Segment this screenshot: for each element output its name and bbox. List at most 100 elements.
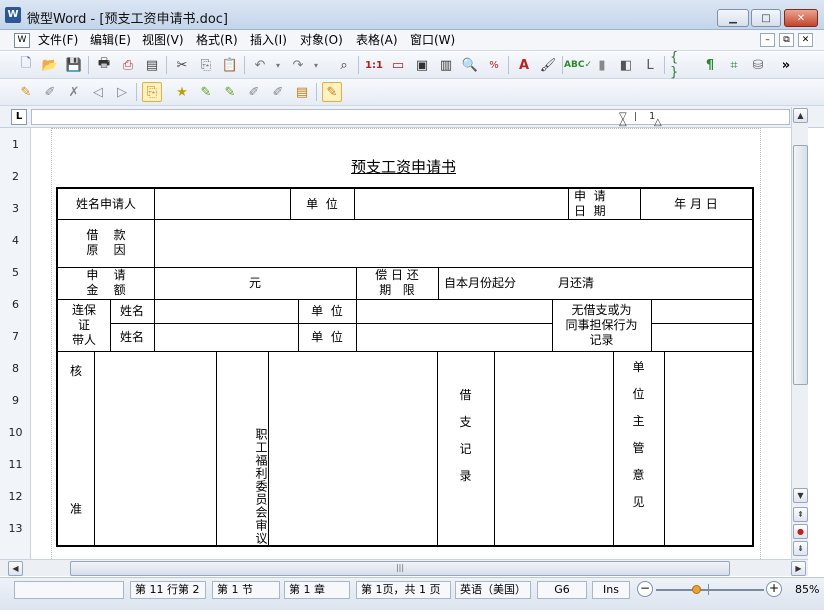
- guarantor-unit2-label: 单 位: [311, 329, 343, 344]
- font-color-icon[interactable]: A: [514, 55, 534, 75]
- vertical-ruler: 1 2 3 4 5 6 7 8 9 10 11 12 13: [0, 128, 31, 559]
- minimize-button[interactable]: ▁: [717, 9, 749, 27]
- approve-label-bottom: 准: [69, 501, 82, 516]
- pdf-icon[interactable]: ⎙: [118, 55, 138, 75]
- previous-page-icon[interactable]: ⇞: [793, 507, 808, 522]
- insert-comment-icon[interactable]: ✎: [16, 82, 36, 102]
- previous-change-icon[interactable]: ✐: [244, 82, 264, 102]
- ruler-number: 1: [12, 138, 19, 151]
- word-count-icon[interactable]: ▮: [592, 55, 612, 75]
- close-icon: ✕: [796, 12, 806, 24]
- doc-close-button[interactable]: ✕: [798, 33, 813, 47]
- menu-file[interactable]: 文件(F): [38, 32, 78, 49]
- zoom-slider-track[interactable]: [656, 589, 764, 591]
- field-codes-icon[interactable]: { }: [670, 50, 690, 80]
- menu-edit[interactable]: 编辑(E): [90, 32, 131, 49]
- reject-change-icon[interactable]: ✎: [196, 82, 216, 102]
- save-icon[interactable]: 💾: [64, 55, 84, 75]
- right-indent-marker[interactable]: △: [654, 117, 662, 128]
- edit-comment-icon[interactable]: ✐: [40, 82, 60, 102]
- zoom-in-icon[interactable]: +: [766, 581, 782, 597]
- loan-form-table: 姓名申请人 单 位 申 请 日 期 年 月 日 借 款 原 因 申 请 金 额 …: [56, 187, 754, 547]
- zoom-level[interactable]: 85%: [795, 583, 819, 596]
- zoom-icon[interactable]: 🔍: [460, 55, 480, 75]
- scroll-right-icon[interactable]: ▶: [791, 561, 806, 576]
- menu-view[interactable]: 视图(V): [142, 32, 184, 49]
- undo-icon[interactable]: ↶: [250, 55, 270, 75]
- close-button[interactable]: ✕: [784, 9, 818, 27]
- header-footer-icon[interactable]: ◧: [616, 55, 636, 75]
- menu-format[interactable]: 格式(R): [196, 32, 238, 49]
- copy-icon[interactable]: ⎘: [196, 55, 216, 75]
- ruler-number: 8: [12, 362, 19, 375]
- protect-document-icon[interactable]: ✎: [322, 82, 342, 102]
- undo-dropdown-icon[interactable]: ▾: [268, 55, 288, 75]
- status-insert-mode[interactable]: Ins: [592, 581, 630, 599]
- document-page[interactable]: 预支工资申请书 姓名申请人 单 位 申 请 日 期 年 月 日 借 款 原 因 …: [31, 128, 791, 559]
- left-indent-marker[interactable]: △: [619, 117, 627, 128]
- format-painter-icon[interactable]: 🖌: [538, 55, 558, 75]
- page-width-icon[interactable]: ▭: [388, 55, 408, 75]
- ruler-number: 3: [12, 202, 19, 215]
- margin-guide: [760, 128, 761, 559]
- accept-all-icon[interactable]: ✎: [220, 82, 240, 102]
- next-page-icon[interactable]: ⇟: [793, 541, 808, 556]
- review-pane-icon[interactable]: ▤: [292, 82, 312, 102]
- toolbar-separator: [244, 56, 245, 74]
- print-icon[interactable]: 🖶: [94, 55, 114, 75]
- zoom-slider-thumb[interactable]: [692, 585, 701, 594]
- welfare-committee-label: 职工福利委员会审议: [254, 427, 268, 545]
- line-number-icon[interactable]: L: [640, 55, 660, 75]
- redo-dropdown-icon[interactable]: ▾: [306, 55, 326, 75]
- next-change-icon[interactable]: ✐: [268, 82, 288, 102]
- new-document-icon[interactable]: 🗋: [16, 55, 36, 75]
- cut-icon[interactable]: ✂: [172, 55, 192, 75]
- repay-text-end: 月还清: [558, 275, 595, 290]
- database-icon[interactable]: ⛁: [748, 55, 768, 75]
- select-browse-object-icon[interactable]: ●: [793, 524, 808, 539]
- scroll-up-icon[interactable]: ▲: [793, 108, 808, 123]
- menu-window[interactable]: 窗口(W): [410, 32, 455, 49]
- vertical-scroll-thumb[interactable]: [793, 145, 808, 385]
- zoom-percent-icon[interactable]: %: [484, 55, 504, 75]
- horizontal-scrollbar[interactable]: ◀ ||| ▶: [0, 559, 808, 576]
- redo-icon[interactable]: ↷: [288, 55, 308, 75]
- app-icon: W: [5, 7, 21, 23]
- spellcheck-icon[interactable]: ABC✓: [564, 55, 592, 75]
- delete-comment-icon[interactable]: ✗: [64, 82, 84, 102]
- paragraph-mark-icon[interactable]: ¶: [700, 55, 720, 75]
- horizontal-scroll-thumb[interactable]: |||: [70, 561, 730, 576]
- ruler-number: 9: [12, 394, 19, 407]
- scroll-left-icon[interactable]: ◀: [8, 561, 23, 576]
- scroll-down-icon[interactable]: ▼: [793, 488, 808, 503]
- actual-size-icon[interactable]: 1:1: [364, 55, 384, 75]
- paste-icon[interactable]: 📋: [220, 55, 240, 75]
- table-rule: [154, 299, 155, 351]
- one-page-icon[interactable]: ▣: [412, 55, 432, 75]
- previous-comment-icon[interactable]: ◁: [88, 82, 108, 102]
- horizontal-ruler[interactable]: ▽ △ 1 △: [31, 109, 790, 128]
- document-icon[interactable]: W: [14, 33, 30, 48]
- two-pages-icon[interactable]: ▥: [436, 55, 456, 75]
- menu-insert[interactable]: 插入(I): [250, 32, 287, 49]
- toolbar-separator: [358, 56, 359, 74]
- open-folder-icon[interactable]: 📂: [40, 55, 60, 75]
- next-comment-icon[interactable]: ▷: [112, 82, 132, 102]
- menu-table[interactable]: 表格(A): [356, 32, 398, 49]
- status-language[interactable]: 英语（美国）: [455, 581, 531, 599]
- doc-minimize-button[interactable]: –: [760, 33, 775, 47]
- supervisor-opinion-label: 单 位 主 管 意 见: [632, 360, 645, 509]
- maximize-button[interactable]: □: [751, 9, 781, 27]
- toolbar-overflow-icon[interactable]: »: [776, 55, 796, 75]
- menu-object[interactable]: 对象(O): [300, 32, 343, 49]
- doc-restore-button[interactable]: ⧉: [779, 33, 794, 47]
- vertical-scrollbar[interactable]: ▲ ▼ ⇞ ● ⇟: [791, 107, 808, 560]
- zoom-out-icon[interactable]: −: [637, 581, 653, 597]
- status-bar: 第 11 行第 2 第 1 节 第 1 章 第 1页，共 1 页 英语（美国） …: [0, 577, 824, 610]
- track-changes-icon[interactable]: ⎘: [142, 82, 162, 102]
- bookmark-icon[interactable]: ⌗: [724, 55, 744, 75]
- tab-selector[interactable]: L: [11, 109, 27, 125]
- print-preview-icon[interactable]: ▤: [142, 55, 162, 75]
- find-icon[interactable]: ⌕: [334, 55, 354, 75]
- accept-change-icon[interactable]: ★: [172, 82, 192, 102]
